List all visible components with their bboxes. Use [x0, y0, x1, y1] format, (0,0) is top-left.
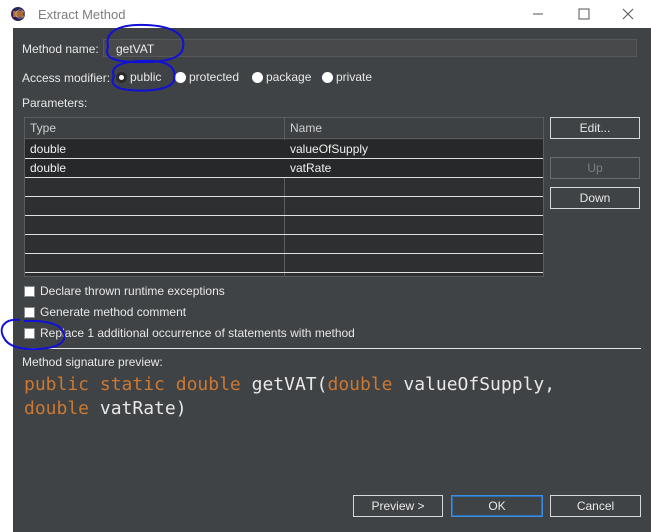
signature-preview: public static double getVAT(double value… — [24, 373, 639, 421]
maximize-icon — [578, 8, 590, 20]
down-button[interactable]: Down — [550, 187, 640, 209]
table-row[interactable]: double valueOfSupply — [25, 140, 543, 159]
column-header-type[interactable]: Type — [30, 121, 56, 135]
minimize-button[interactable] — [515, 0, 561, 28]
radio-unchecked-icon — [252, 72, 263, 83]
param-type-cell: double — [30, 161, 67, 175]
param-type-cell: double — [30, 142, 67, 156]
eclipse-icon — [11, 7, 25, 21]
preview-button[interactable]: Preview > — [353, 495, 443, 517]
checkbox-label: Replace 1 additional occurrence of state… — [40, 326, 355, 340]
param-name-cell: valueOfSupply — [290, 142, 369, 156]
separator — [22, 348, 641, 349]
column-header-name[interactable]: Name — [290, 121, 322, 135]
radio-unchecked-icon — [175, 72, 186, 83]
close-button[interactable] — [605, 0, 651, 28]
up-button[interactable]: Up — [550, 157, 640, 179]
param-name-token: valueOfSupply, — [403, 374, 556, 395]
checkbox-unchecked-icon — [24, 286, 35, 297]
dialog-body: Method name: getVAT Access modifier: pub… — [13, 28, 651, 532]
empty-table-row — [25, 254, 543, 273]
empty-table-row — [25, 178, 543, 197]
empty-table-row — [25, 216, 543, 235]
maximize-button[interactable] — [561, 0, 607, 28]
checkbox-label: Declare thrown runtime exceptions — [40, 284, 225, 298]
radio-checked-icon — [116, 72, 127, 83]
method-name-token: getVAT( — [251, 374, 328, 395]
checkbox-unchecked-icon — [24, 307, 35, 318]
close-icon — [622, 8, 634, 20]
radio-label: private — [336, 70, 373, 84]
radio-label: package — [266, 70, 312, 84]
window-title: Extract Method — [38, 7, 126, 22]
parameters-table[interactable]: Type Name double valueOfSupply double va… — [24, 117, 544, 277]
empty-table-row — [25, 235, 543, 254]
keyword-static: static — [99, 374, 165, 395]
parameters-label: Parameters: — [22, 96, 88, 110]
param-type-token: double — [24, 398, 90, 419]
signature-preview-label: Method signature preview: — [22, 355, 163, 369]
method-name-input[interactable]: getVAT — [103, 39, 637, 57]
method-name-label: Method name: — [22, 42, 99, 56]
param-type-token: double — [327, 374, 393, 395]
radio-label: protected — [189, 70, 240, 84]
edit-button[interactable]: Edit... — [550, 117, 640, 139]
checkbox-unchecked-icon — [24, 328, 35, 339]
title-bar: Extract Method — [0, 0, 651, 28]
checkbox-label: Generate method comment — [40, 305, 187, 319]
table-row[interactable]: double vatRate — [25, 159, 543, 178]
radio-unchecked-icon — [322, 72, 333, 83]
cancel-button[interactable]: Cancel — [550, 495, 641, 517]
keyword-public: public — [24, 374, 90, 395]
return-type: double — [175, 374, 241, 395]
minimize-icon — [533, 13, 543, 15]
param-name-cell: vatRate — [290, 161, 332, 175]
extract-method-dialog: Extract Method Method name: getVAT Acces… — [0, 0, 651, 532]
radio-label: public — [130, 70, 162, 84]
ok-button[interactable]: OK — [451, 495, 543, 517]
param-name-token: vatRate) — [99, 398, 187, 419]
empty-table-row — [25, 197, 543, 216]
access-modifier-group: public protected package private — [13, 70, 651, 86]
